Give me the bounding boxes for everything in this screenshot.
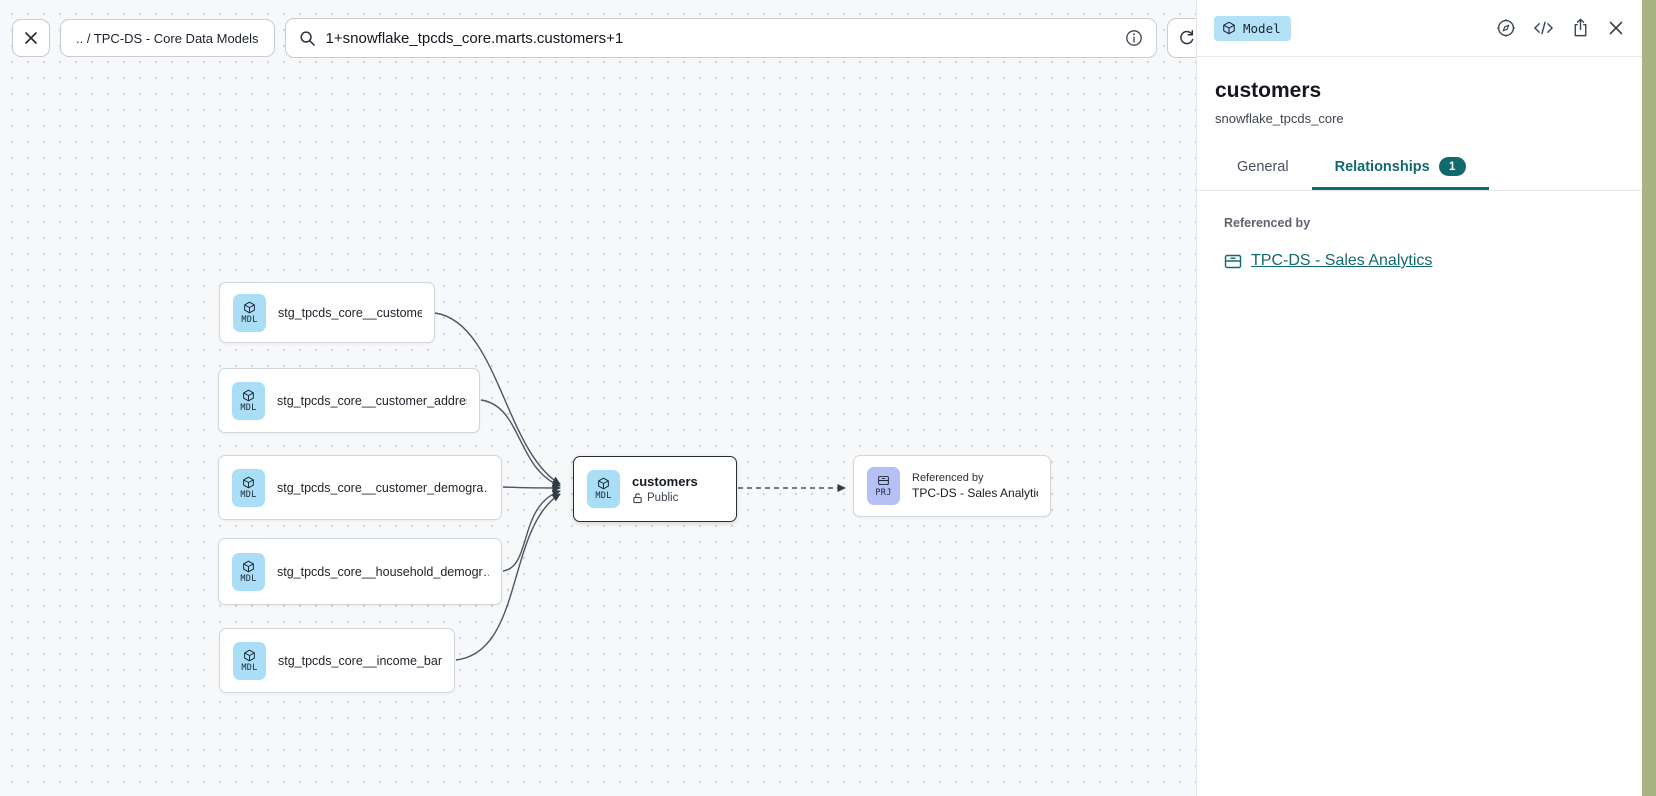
referenced-by-section: Referenced by TPC-DS - Sales Analytics bbox=[1197, 191, 1642, 295]
panel-header: Model bbox=[1197, 0, 1642, 57]
node-label: stg_tpcds_core__customer bbox=[278, 306, 422, 320]
referenced-project-link[interactable]: TPC-DS - Sales Analytics bbox=[1251, 252, 1432, 270]
node-stg-income-band[interactable]: MDL stg_tpcds_core__income_band bbox=[219, 628, 455, 693]
node-stg-household-demographics[interactable]: MDL stg_tpcds_core__household_demogr… bbox=[218, 538, 502, 605]
panel-tabs: General Relationships 1 bbox=[1197, 144, 1642, 191]
resource-type-badge: Model bbox=[1214, 16, 1291, 41]
model-badge: MDL bbox=[232, 553, 265, 591]
node-label-bottom: TPC-DS - Sales Analytics bbox=[912, 486, 1038, 500]
search-icon bbox=[299, 30, 316, 47]
node-label: stg_tpcds_core__household_demogr… bbox=[277, 565, 489, 579]
project-badge: PRJ bbox=[867, 467, 900, 505]
public-unlock-icon bbox=[632, 492, 643, 504]
close-panel-icon[interactable] bbox=[1607, 19, 1625, 37]
model-cube-icon bbox=[242, 476, 255, 489]
model-cube-icon bbox=[242, 389, 255, 402]
canvas-toolbar: .. / TPC-DS - Core Data Models bbox=[12, 18, 1207, 58]
model-badge: MDL bbox=[587, 470, 620, 508]
app-window: .. / TPC-DS - Core Data Models bbox=[0, 0, 1656, 796]
close-lineage-button[interactable] bbox=[12, 19, 50, 57]
model-cube-icon bbox=[242, 560, 255, 573]
tab-relationships[interactable]: Relationships 1 bbox=[1312, 144, 1489, 190]
close-icon bbox=[23, 30, 39, 46]
node-stg-customer-address[interactable]: MDL stg_tpcds_core__customer_address bbox=[218, 368, 480, 433]
project-drawer-icon bbox=[877, 474, 890, 487]
project-drawer-icon bbox=[1224, 253, 1242, 270]
relationships-count-badge: 1 bbox=[1439, 157, 1466, 176]
model-badge: MDL bbox=[233, 294, 266, 332]
tab-general[interactable]: General bbox=[1214, 144, 1312, 190]
breadcrumb-label: .. / TPC-DS - Core Data Models bbox=[76, 31, 259, 46]
model-cube-icon bbox=[243, 649, 256, 662]
section-label: Referenced by bbox=[1224, 216, 1615, 230]
reference-row: TPC-DS - Sales Analytics bbox=[1224, 252, 1615, 270]
lineage-edges bbox=[0, 0, 1196, 796]
breadcrumb[interactable]: .. / TPC-DS - Core Data Models bbox=[60, 19, 275, 57]
model-cube-icon bbox=[1222, 21, 1236, 35]
lineage-canvas[interactable]: .. / TPC-DS - Core Data Models bbox=[0, 0, 1196, 796]
access-row: Public bbox=[632, 492, 698, 504]
model-cube-icon bbox=[597, 477, 610, 490]
node-stg-customer-demographics[interactable]: MDL stg_tpcds_core__customer_demogra… bbox=[218, 455, 502, 520]
share-icon[interactable] bbox=[1571, 18, 1590, 38]
model-badge: MDL bbox=[233, 642, 266, 680]
wallpaper-strip bbox=[1642, 0, 1656, 796]
panel-title-block: customers snowflake_tpcds_core bbox=[1197, 57, 1642, 130]
model-cube-icon bbox=[243, 301, 256, 314]
refresh-icon bbox=[1178, 29, 1196, 47]
node-label-top: Referenced by bbox=[912, 472, 1038, 484]
info-icon[interactable] bbox=[1125, 29, 1143, 47]
node-label: stg_tpcds_core__income_band bbox=[278, 654, 442, 668]
model-badge: MDL bbox=[232, 382, 265, 420]
node-customers-selected[interactable]: MDL customers Public bbox=[573, 456, 737, 522]
panel-title: customers bbox=[1215, 79, 1624, 103]
node-title: customers bbox=[632, 474, 698, 489]
details-panel: Model bbox=[1196, 0, 1642, 796]
search-input[interactable] bbox=[326, 30, 1115, 47]
node-label: stg_tpcds_core__customer_address bbox=[277, 394, 467, 408]
panel-subtitle: snowflake_tpcds_core bbox=[1215, 111, 1624, 126]
lineage-search bbox=[285, 18, 1157, 58]
view-code-icon[interactable] bbox=[1533, 19, 1554, 37]
explore-lineage-icon[interactable] bbox=[1496, 18, 1516, 38]
panel-header-actions bbox=[1496, 18, 1625, 38]
node-stg-customer[interactable]: MDL stg_tpcds_core__customer bbox=[219, 282, 435, 343]
model-badge: MDL bbox=[232, 469, 265, 507]
node-label: stg_tpcds_core__customer_demogra… bbox=[277, 481, 489, 495]
node-referenced-project[interactable]: PRJ Referenced by TPC-DS - Sales Analyti… bbox=[853, 455, 1051, 517]
